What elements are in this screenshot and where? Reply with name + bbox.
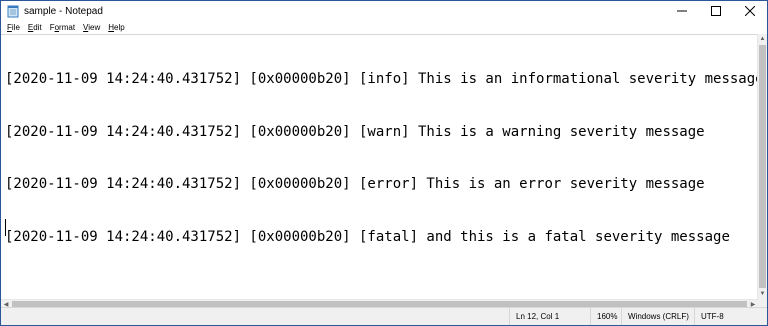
menu-edit-label: dit [33,23,42,32]
menu-format-label: rmat [59,23,76,32]
editor-line: [2020-11-09 14:24:40.431752] [0x00000b20… [5,176,705,192]
vertical-scrollbar[interactable]: ▲ ▼ [757,34,767,299]
scroll-down-icon[interactable]: ▼ [758,289,767,299]
status-bar: Ln 12, Col 1 160% Windows (CRLF) UTF-8 [1,307,767,325]
menu-help-label: elp [114,23,125,32]
editor-line: [2020-11-09 14:24:40.431752] [0x00000b20… [5,71,758,87]
menu-view-label: iew [88,23,101,32]
notepad-icon[interactable] [6,4,20,18]
status-encoding: UTF-8 [694,308,761,325]
scroll-up-icon[interactable]: ▲ [758,34,767,44]
minimize-icon [677,10,687,12]
title-bar[interactable]: sample - Notepad [1,1,767,21]
menu-edit[interactable]: Edit [24,21,46,34]
close-icon [745,6,755,16]
text-editor[interactable]: [2020-11-09 14:24:40.431752] [0x00000b20… [1,34,758,300]
maximize-icon [711,6,721,16]
window-title: sample - Notepad [24,5,103,17]
menu-file-label: ile [11,23,20,32]
menu-view[interactable]: View [79,21,104,34]
editor-line: [2020-11-09 14:24:40.431752] [0x00000b20… [5,123,705,140]
minimize-button[interactable] [665,1,699,21]
menu-file[interactable]: File [3,21,24,34]
menu-bar: File Edit Format View Help [1,21,767,34]
close-button[interactable] [733,1,767,21]
menu-format[interactable]: Format [46,21,79,34]
status-zoom: 160% [590,308,622,325]
window-controls [665,1,767,21]
editor-line: [2020-11-09 14:24:40.431752] [0x00000b20… [5,228,730,245]
maximize-button[interactable] [699,1,733,21]
status-cursor-position: Ln 12, Col 1 [509,308,590,325]
text-caret [5,219,6,236]
vertical-scroll-thumb[interactable] [759,45,766,288]
editor-content[interactable]: [2020-11-09 14:24:40.431752] [0x00000b20… [1,35,758,281]
notepad-window: sample - Notepad File Edit Format View H… [0,0,768,326]
status-line-endings: Windows (CRLF) [621,308,694,325]
menu-help[interactable]: Help [104,21,128,34]
